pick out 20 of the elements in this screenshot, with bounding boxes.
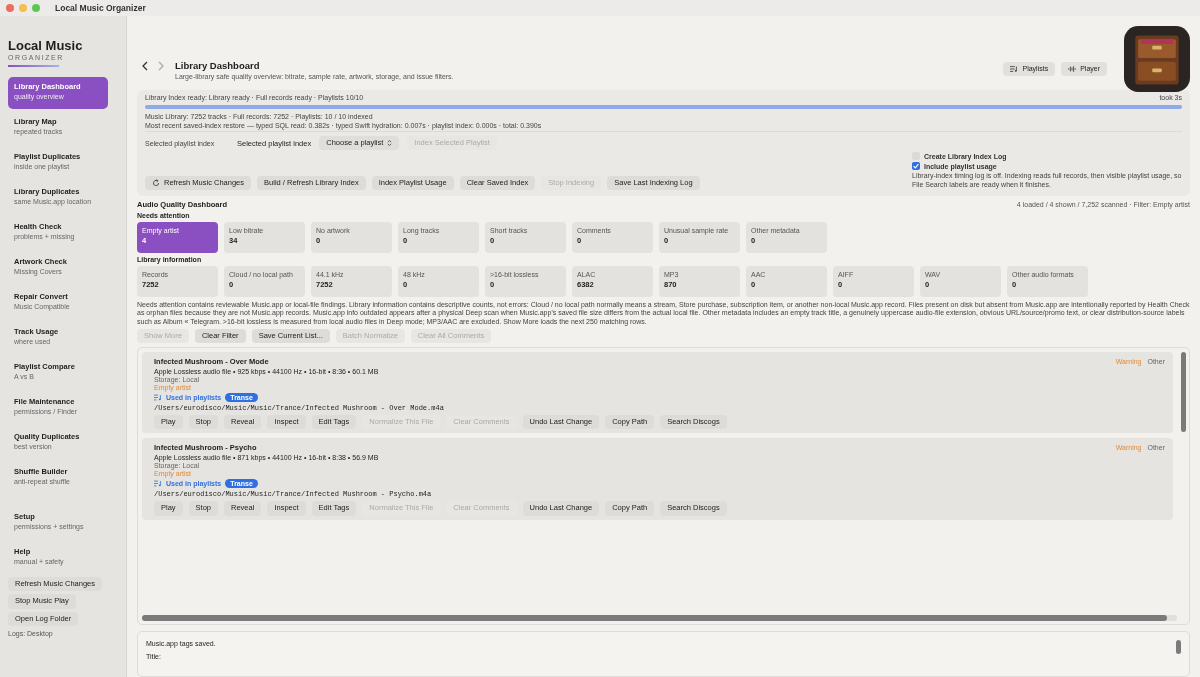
checkbox[interactable] xyxy=(912,162,920,171)
horizontal-scrollbar[interactable] xyxy=(142,615,1177,621)
close-button[interactable] xyxy=(6,4,14,12)
waveform-icon xyxy=(1068,65,1077,73)
checkbox[interactable] xyxy=(912,152,920,161)
updown-icon xyxy=(387,139,393,148)
page-title: Library Dashboard xyxy=(175,60,261,71)
log-scrollbar[interactable] xyxy=(1176,640,1181,654)
app-title: Local Music xyxy=(8,38,83,53)
back-icon[interactable] xyxy=(141,61,149,71)
forward-icon[interactable] xyxy=(157,61,165,71)
drawer-cabinet-icon xyxy=(1124,26,1190,92)
zoom-button[interactable] xyxy=(32,4,40,12)
window-title: Local Music Organizer xyxy=(55,3,146,13)
brand-underline xyxy=(8,65,59,67)
playlist-icon xyxy=(154,480,162,488)
refresh-icon xyxy=(152,178,160,187)
playlist-icon xyxy=(1010,65,1019,73)
minimize-button[interactable] xyxy=(19,4,27,12)
playlist-icon xyxy=(154,394,162,402)
